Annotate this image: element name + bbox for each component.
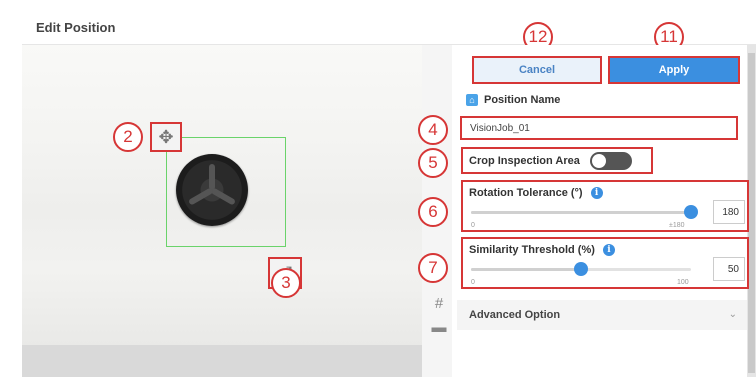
rotation-tolerance-heading: Rotation Tolerance (°) i — [469, 187, 603, 199]
crop-inspection-label: Crop Inspection Area — [469, 154, 580, 167]
grid-icon[interactable]: # — [430, 292, 448, 316]
advanced-option-row[interactable]: Advanced Option ⌄ — [457, 300, 747, 330]
position-icon: ⌂ — [466, 94, 478, 106]
toolbox-icon[interactable]: ▬ — [430, 316, 448, 340]
dialog-title: Edit Position — [36, 20, 116, 35]
chevron-down-icon: ⌄ — [728, 309, 737, 320]
rotation-tolerance-group: Rotation Tolerance (°) i 0 ±180 180 — [461, 180, 749, 232]
similarity-min: 0 — [471, 279, 475, 286]
position-name-label: Position Name — [484, 94, 561, 106]
rotation-value-input[interactable]: 180 — [713, 200, 745, 224]
position-name-heading: ⌂ Position Name — [466, 94, 560, 106]
rotation-min: 0 — [471, 222, 475, 229]
similarity-threshold-group: Similarity Threshold (%) i 0 100 50 — [461, 237, 749, 289]
callout-move: 2 — [113, 122, 143, 152]
callout-crop: 5 — [418, 148, 448, 178]
callout-resize: 3 — [271, 268, 301, 298]
info-icon[interactable]: i — [590, 187, 603, 199]
cancel-button[interactable]: Cancel — [472, 56, 602, 84]
similarity-max: 100 — [677, 279, 689, 286]
rotation-max: ±180 — [669, 222, 685, 229]
move-icon[interactable]: ✥ — [150, 122, 182, 152]
apply-button[interactable]: Apply — [608, 56, 740, 84]
similarity-slider-thumb[interactable] — [574, 262, 588, 276]
callout-name: 4 — [418, 115, 448, 145]
similarity-value-input[interactable]: 50 — [713, 257, 745, 281]
similarity-threshold-heading: Similarity Threshold (%) i — [469, 244, 615, 256]
side-tools: # ▬ — [430, 292, 448, 340]
similarity-threshold-label: Similarity Threshold (%) — [469, 244, 595, 256]
crop-inspection-toggle[interactable] — [589, 151, 632, 170]
callout-similarity: 7 — [418, 253, 448, 283]
rotation-tolerance-label: Rotation Tolerance (°) — [469, 187, 583, 199]
rotation-slider[interactable] — [471, 205, 698, 219]
crop-inspection-row: Crop Inspection Area — [461, 147, 653, 174]
canvas-footer — [22, 345, 422, 377]
position-name-input[interactable]: VisionJob_01 — [460, 116, 738, 140]
advanced-option-label: Advanced Option — [469, 309, 561, 321]
similarity-slider[interactable] — [471, 262, 691, 276]
info-icon[interactable]: i — [602, 244, 615, 256]
rotation-slider-thumb[interactable] — [684, 205, 698, 219]
callout-rotation: 6 — [418, 197, 448, 227]
dialog-header: Edit Position — [22, 0, 756, 45]
target-object-image — [176, 154, 248, 226]
